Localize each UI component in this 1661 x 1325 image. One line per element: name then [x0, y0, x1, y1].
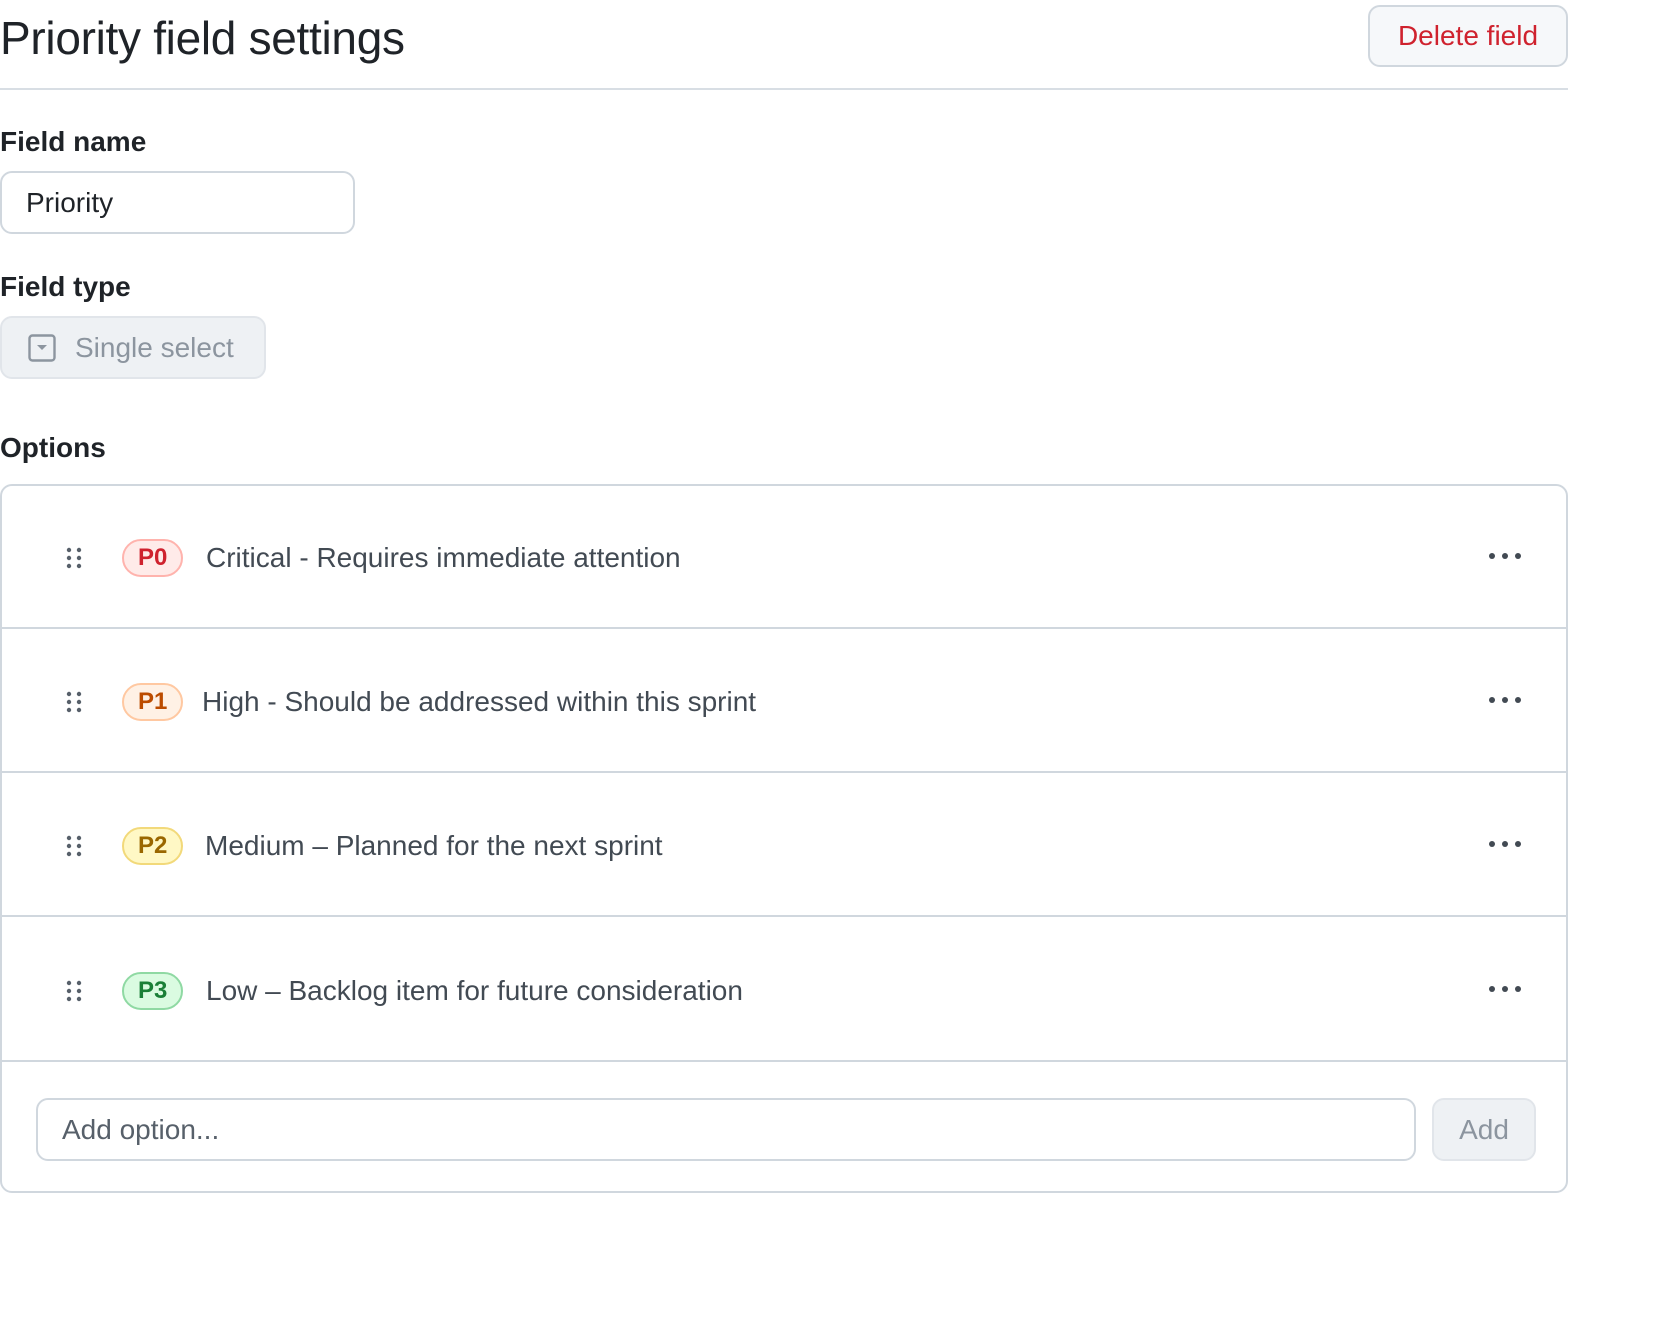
option-row: P2 Medium – Planned for the next sprint	[2, 774, 1566, 917]
field-settings-page: Priority field settings Delete field Fie…	[0, 0, 1568, 1193]
option-label: Medium – Planned for the next sprint	[205, 830, 663, 861]
grabber-icon[interactable]	[64, 546, 84, 570]
add-option-button[interactable]: Add	[1432, 1098, 1536, 1161]
kebab-horizontal-icon[interactable]	[1480, 826, 1530, 862]
page-title: Priority field settings	[0, 12, 405, 64]
option-label: Critical - Requires immediate attention	[206, 542, 681, 573]
field-type-value: Single select	[75, 331, 234, 363]
kebab-horizontal-icon[interactable]	[1480, 971, 1530, 1007]
option-badge: P2	[122, 827, 184, 865]
header: Priority field settings Delete field	[0, 0, 1568, 90]
grabber-icon[interactable]	[64, 834, 84, 858]
options-list: P0 Critical - Requires immediate attenti…	[0, 484, 1568, 1193]
kebab-horizontal-icon[interactable]	[1480, 538, 1530, 574]
option-row: P3 Low – Backlog item for future conside…	[2, 919, 1566, 1062]
single-select-icon	[28, 333, 56, 362]
option-row: P0 Critical - Requires immediate attenti…	[2, 486, 1566, 629]
option-label: High - Should be addressed within this s…	[202, 686, 757, 717]
field-type-select: Single select	[0, 316, 266, 379]
grabber-icon[interactable]	[64, 690, 84, 714]
kebab-horizontal-icon[interactable]	[1480, 682, 1530, 718]
option-badge: P1	[122, 683, 184, 721]
option-badge: P3	[122, 972, 184, 1010]
delete-field-button[interactable]: Delete field	[1368, 5, 1568, 67]
field-type-label: Field type	[0, 271, 131, 302]
field-name-label: Field name	[0, 126, 147, 157]
option-label: Low – Backlog item for future considerat…	[206, 975, 743, 1006]
field-name-input[interactable]	[0, 171, 355, 234]
options-label: Options	[0, 432, 106, 463]
grabber-icon[interactable]	[64, 979, 84, 1003]
add-option-input[interactable]	[36, 1098, 1416, 1161]
option-row: P1 High - Should be addressed within thi…	[2, 630, 1566, 773]
option-badge: P0	[122, 539, 184, 577]
